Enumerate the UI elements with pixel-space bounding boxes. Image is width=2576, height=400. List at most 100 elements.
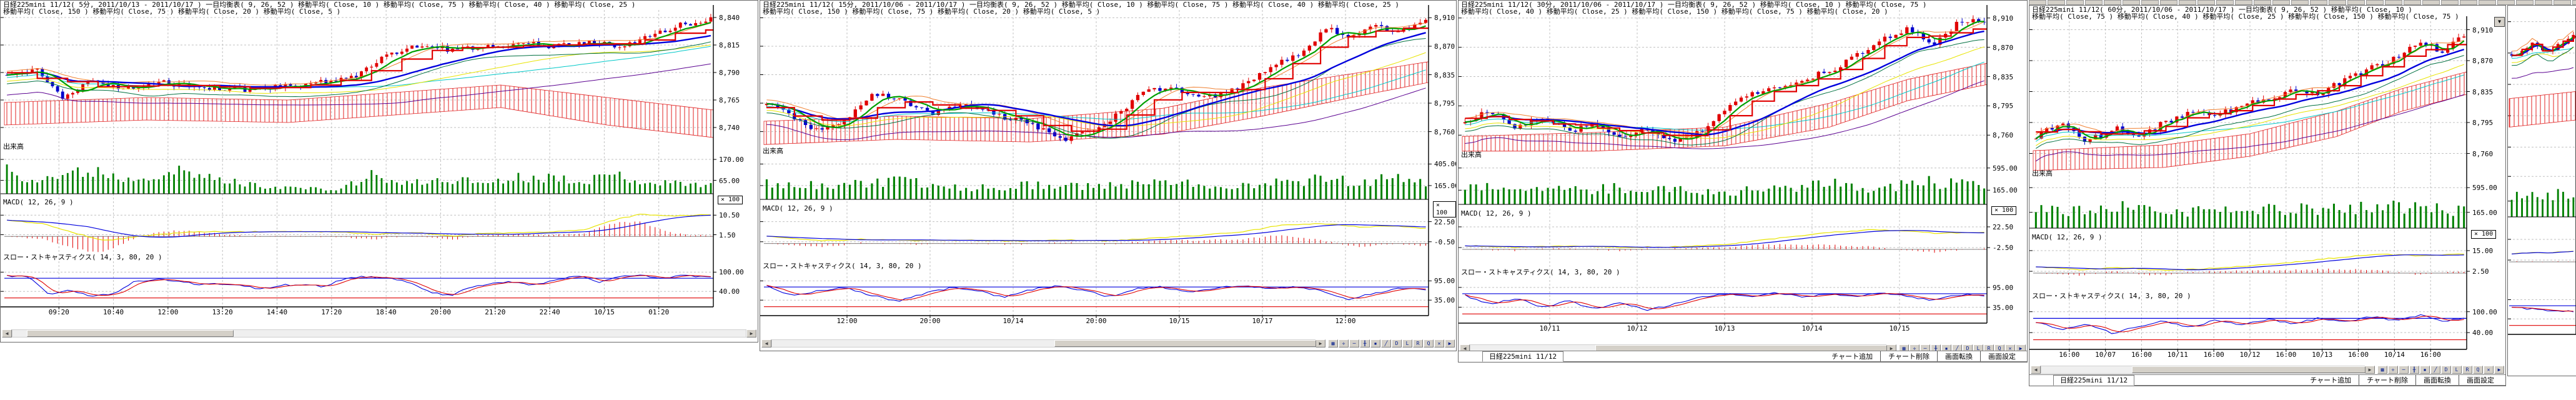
chart-window-partial <box>2507 5 2576 376</box>
hidden-window-button <box>2310 0 2327 5</box>
hidden-window-button <box>2572 0 2576 5</box>
hidden-window-button <box>2404 0 2421 5</box>
scrollbar-thumb[interactable] <box>2132 366 2365 373</box>
hidden-window-button <box>2366 0 2384 5</box>
scrollbar-thumb[interactable] <box>27 330 234 337</box>
hidden-window-button <box>2460 0 2477 5</box>
hidden-window-button <box>2029 0 2046 5</box>
toolbar-button-0[interactable]: ▦ <box>2377 366 2387 374</box>
window-strip-above <box>2029 0 2576 5</box>
scroll-left-button[interactable]: ◀ <box>2 329 12 338</box>
hidden-window-button <box>2104 0 2121 5</box>
toolbar-button-7[interactable]: L <box>1402 339 1412 348</box>
toolbar-button-5[interactable]: ╱ <box>1381 339 1391 348</box>
hidden-window-button <box>2160 0 2177 5</box>
hidden-window-button <box>2141 0 2159 5</box>
hidden-window-button <box>2179 0 2196 5</box>
scroll-right-button[interactable]: ▶ <box>746 329 756 338</box>
tab-filler <box>1563 352 1824 362</box>
axis-dropdown-button[interactable]: ▼ <box>2494 17 2505 27</box>
toolbar-button-6[interactable]: D <box>1392 339 1402 348</box>
hidden-window-button <box>2254 0 2271 5</box>
toolbar-button-3[interactable]: ╫ <box>2409 366 2419 374</box>
toolbar-button-1[interactable]: ✛ <box>2388 366 2398 374</box>
toolbar-button-5[interactable]: ╱ <box>2430 366 2440 374</box>
toolbar-button-3[interactable]: ╫ <box>1360 339 1370 348</box>
chart-plot-area[interactable] <box>1459 1 2027 362</box>
toolbar-button-10[interactable]: ✕ <box>1434 339 1444 348</box>
toolbar-button-8[interactable]: R <box>2462 366 2472 374</box>
scroll-left-button[interactable]: ◀ <box>2031 366 2041 374</box>
toolbar-button-11[interactable]: ▶ <box>1445 339 1455 348</box>
chart-menu: チャート追加 チャート削除 画面転換 画面設定 <box>1824 352 2027 362</box>
hidden-window-button <box>2066 0 2084 5</box>
chevron-down-icon: ▼ <box>2498 19 2501 24</box>
hidden-window-button <box>2535 0 2552 5</box>
hidden-window-button <box>2347 0 2365 5</box>
chart-plot-area[interactable] <box>2029 6 2505 386</box>
chart-scrollbar[interactable]: ◀▶ <box>2 329 756 338</box>
toolbar-button-2[interactable]: ─ <box>1349 339 1359 348</box>
hidden-window-button <box>2235 0 2252 5</box>
scroll-left-button[interactable]: ◀ <box>761 339 771 348</box>
chart-tab[interactable]: 日経225mini 11/12 <box>1482 351 1563 362</box>
scrollbar-track[interactable] <box>2041 366 2365 374</box>
toolbar-button-1[interactable]: ✛ <box>1339 339 1349 348</box>
hidden-window-button <box>2123 0 2140 5</box>
toolbar-button-6[interactable]: D <box>2441 366 2451 374</box>
chart-toolbar: ▦✛─╫▪╱DLRQ✕▶ <box>1327 339 1455 348</box>
scrollbar-track[interactable] <box>771 339 1315 348</box>
scrollbar-thumb[interactable] <box>1054 340 1316 347</box>
chart-tab-row: 日経225mini 11/12 チャート追加 チャート削除 画面転換 画面設定 <box>2029 374 2505 386</box>
chart-window-30min: 日経225mini 11/12( 30分, 2011/10/06 - 2011/… <box>1458 0 2028 362</box>
hidden-window-button <box>2291 0 2309 5</box>
chart-window-60min: 日経225mini 11/12( 60分, 2011/10/06 - 2011/… <box>2029 5 2506 386</box>
hidden-window-button <box>2085 0 2103 5</box>
hidden-window-button <box>2554 0 2571 5</box>
scroll-right-button[interactable]: ▶ <box>1315 339 1325 348</box>
toolbar-button-4[interactable]: ▪ <box>2420 366 2430 374</box>
chart-scrollbar[interactable]: ◀▶▦✛─╫▪╱DLRQ✕▶ <box>2031 366 2504 374</box>
menu-add-chart[interactable]: チャート追加 <box>1824 351 1880 361</box>
tab-filler <box>2134 376 2302 386</box>
toolbar-button-9[interactable]: Q <box>1424 339 1434 348</box>
chart-plot-area[interactable] <box>1 1 758 342</box>
toolbar-button-2[interactable]: ─ <box>2399 366 2409 374</box>
toolbar-button-7[interactable]: L <box>2452 366 2462 374</box>
hidden-window-button <box>2516 0 2534 5</box>
chart-window-5min: 日経225mini 11/12( 5分, 2011/10/13 - 2011/1… <box>0 0 758 342</box>
chart-tab[interactable]: 日経225mini 11/12 <box>2053 375 2134 386</box>
scroll-right-button[interactable]: ▶ <box>2365 366 2375 374</box>
toolbar-button-0[interactable]: ▦ <box>1328 339 1338 348</box>
hidden-window-button <box>2422 0 2440 5</box>
hidden-window-button <box>2441 0 2459 5</box>
toolbar-button-11[interactable]: ▶ <box>2494 366 2504 374</box>
menu-switch-screen[interactable]: 画面転換 <box>2415 375 2459 385</box>
toolbar-button-4[interactable]: ▪ <box>1370 339 1380 348</box>
hidden-window-button <box>2329 0 2346 5</box>
hidden-window-button <box>2385 0 2402 5</box>
hidden-window-button <box>2197 0 2215 5</box>
hidden-window-button <box>2272 0 2290 5</box>
menu-screen-settings[interactable]: 画面設定 <box>2459 375 2502 385</box>
menu-remove-chart[interactable]: チャート削除 <box>2359 375 2415 385</box>
toolbar-button-10[interactable]: ✕ <box>2484 366 2494 374</box>
chart-plot-area[interactable] <box>2508 6 2576 376</box>
hidden-window-button <box>2048 0 2065 5</box>
menu-remove-chart[interactable]: チャート削除 <box>1880 351 1937 361</box>
toolbar-button-8[interactable]: R <box>1413 339 1423 348</box>
toolbar-button-9[interactable]: Q <box>2473 366 2483 374</box>
hidden-window-button <box>2479 0 2496 5</box>
chart-menu: チャート追加 チャート削除 画面転換 画面設定 <box>2302 376 2505 386</box>
scrollbar-track[interactable] <box>12 329 746 338</box>
menu-add-chart[interactable]: チャート追加 <box>2302 375 2359 385</box>
hidden-window-button <box>2497 0 2515 5</box>
hidden-window-button <box>2216 0 2234 5</box>
menu-switch-screen[interactable]: 画面転換 <box>1937 351 1980 361</box>
chart-toolbar: ▦✛─╫▪╱DLRQ✕▶ <box>2377 366 2504 374</box>
chart-plot-area[interactable] <box>760 1 1456 351</box>
menu-screen-settings[interactable]: 画面設定 <box>1980 351 2023 361</box>
chart-scrollbar[interactable]: ◀▶▦✛─╫▪╱DLRQ✕▶ <box>761 339 1455 348</box>
chart-tab-row: 日経225mini 11/12 チャート追加 チャート削除 画面転換 画面設定 <box>1459 351 2027 362</box>
chart-window-15min: 日経225mini 11/12( 15分, 2011/10/06 - 2011/… <box>760 0 1457 351</box>
